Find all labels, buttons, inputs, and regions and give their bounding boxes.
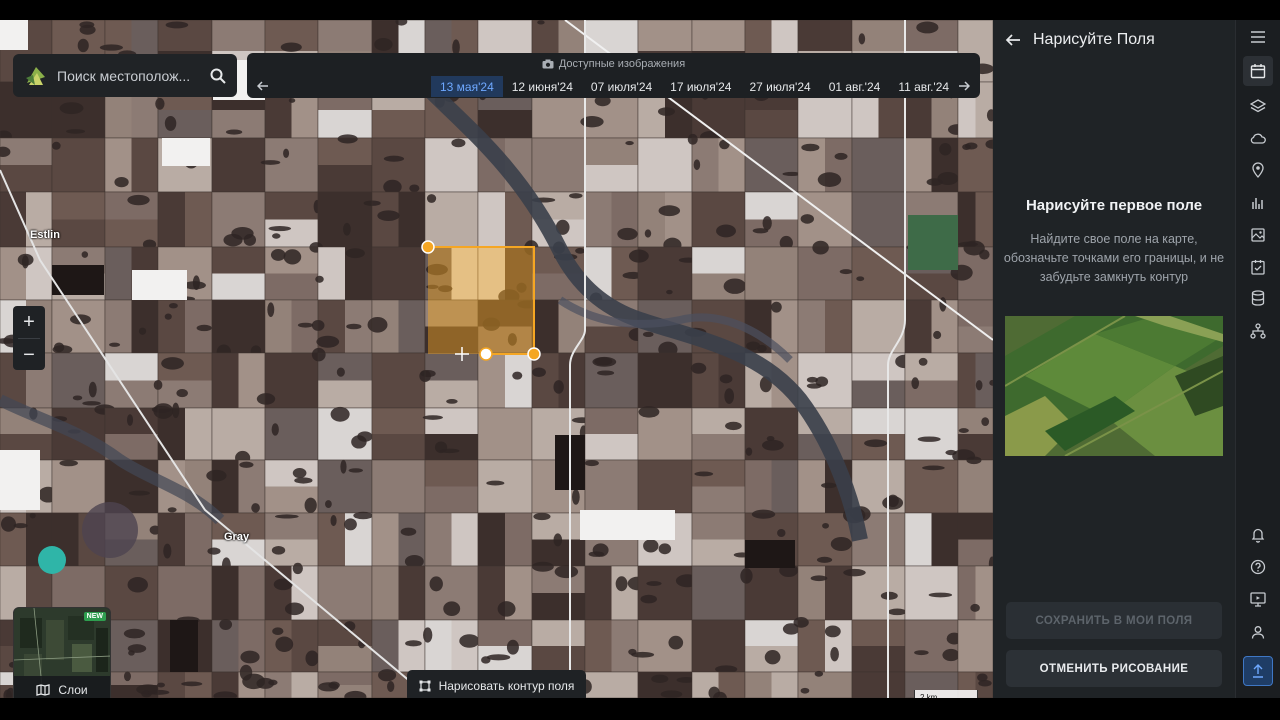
zoom-in-button[interactable]: + bbox=[13, 306, 45, 338]
layers-tool-button[interactable] bbox=[1243, 91, 1273, 121]
structure-icon bbox=[1250, 323, 1266, 339]
back-arrow-icon[interactable] bbox=[1005, 33, 1021, 47]
zoom-out-button[interactable]: − bbox=[13, 339, 45, 371]
satellite-imagery[interactable] bbox=[0, 20, 993, 698]
arrow-right-icon bbox=[959, 81, 970, 91]
timeline-date-item[interactable]: 11 авг.'24 bbox=[889, 76, 958, 97]
imagery-timeline: Доступные изображения 13 мая'24 12 июня'2… bbox=[247, 53, 980, 98]
save-to-my-fields-button[interactable]: СОХРАНИТЬ В МОИ ПОЛЯ bbox=[1006, 602, 1222, 639]
timeline-title-text: Доступные изображения bbox=[558, 58, 686, 70]
tasks-button[interactable] bbox=[1243, 252, 1273, 282]
timeline-next-button[interactable] bbox=[952, 75, 976, 97]
draw-field-outline-button[interactable]: Нарисовать контур поля bbox=[407, 670, 586, 698]
zoom-control: + − bbox=[13, 306, 45, 370]
menu-icon bbox=[1251, 31, 1265, 43]
panel-subtitle: Нарисуйте первое поле bbox=[1025, 197, 1203, 214]
upload-button[interactable] bbox=[1243, 656, 1273, 686]
city-label-estlin: Estlin bbox=[30, 229, 60, 241]
timeline-title: Доступные изображения bbox=[247, 58, 980, 70]
timeline-date-item[interactable]: 12 июня'24 bbox=[503, 76, 582, 97]
timeline-prev-button[interactable] bbox=[251, 75, 275, 97]
analytics-icon bbox=[1252, 198, 1263, 209]
weather-button[interactable] bbox=[1243, 123, 1273, 153]
analytics-button[interactable] bbox=[1243, 188, 1273, 218]
menu-button[interactable] bbox=[1243, 22, 1273, 52]
panel-header: Нарисуйте Поля bbox=[993, 20, 1235, 60]
search-input[interactable] bbox=[57, 67, 209, 84]
layers-minimap[interactable]: NEW Слои bbox=[13, 607, 111, 698]
camera-icon bbox=[542, 59, 554, 69]
satellite-map[interactable]: Доступные изображения 13 мая'2412 июня'2… bbox=[0, 20, 993, 698]
layers-label: Слои bbox=[58, 683, 88, 697]
bell-icon bbox=[1251, 528, 1265, 543]
timeline-date-item[interactable]: 17 июля'24 bbox=[661, 76, 740, 97]
layers-icon bbox=[1250, 99, 1266, 113]
monitor-icon bbox=[1250, 592, 1266, 607]
field-aerial-image bbox=[1005, 316, 1223, 456]
cancel-drawing-button[interactable]: ОТМЕНИТЬ РИСОВАНИЕ bbox=[1006, 650, 1222, 687]
timeline-date-item[interactable]: 27 июля'24 bbox=[740, 76, 819, 97]
right-toolbar bbox=[1235, 20, 1280, 698]
help-icon bbox=[1250, 559, 1266, 575]
data-button[interactable] bbox=[1243, 283, 1273, 313]
cloud-icon bbox=[1250, 133, 1266, 144]
arrow-left-icon bbox=[257, 81, 268, 91]
timeline-date-item[interactable]: 01 авг.'24 bbox=[820, 76, 890, 97]
bottom-black-bar bbox=[0, 698, 1280, 720]
notifications-button[interactable] bbox=[1243, 520, 1273, 550]
scale-bar: 2 km bbox=[914, 690, 978, 698]
timeline-date-item[interactable]: 13 мая'24 bbox=[431, 76, 503, 97]
calendar-icon bbox=[1250, 64, 1266, 79]
top-black-bar bbox=[0, 0, 1280, 20]
draw-fields-panel: Нарисуйте Поля Нарисуйте первое поле Най… bbox=[993, 20, 1235, 698]
tasks-icon bbox=[1251, 260, 1265, 275]
help-button[interactable] bbox=[1243, 552, 1273, 582]
calendar-button[interactable] bbox=[1243, 56, 1273, 86]
panel-title: Нарисуйте Поля bbox=[1033, 31, 1155, 48]
new-badge: NEW bbox=[83, 612, 106, 621]
profile-button[interactable] bbox=[1243, 617, 1273, 647]
structure-button[interactable] bbox=[1243, 316, 1273, 346]
panel-description: Найдите свое поле на карте, обозначьте т… bbox=[1003, 232, 1225, 284]
timeline-date-item[interactable]: 07 июля'24 bbox=[582, 76, 661, 97]
search-box[interactable] bbox=[13, 54, 237, 97]
field-preview-image bbox=[1005, 316, 1223, 456]
city-label-gray: Gray bbox=[224, 531, 250, 543]
map-icon bbox=[36, 684, 51, 696]
image-icon bbox=[1251, 228, 1265, 242]
search-icon[interactable] bbox=[209, 67, 227, 85]
polygon-draw-icon bbox=[419, 680, 431, 692]
user-icon bbox=[1251, 626, 1265, 639]
upload-icon bbox=[1253, 664, 1263, 678]
database-icon bbox=[1251, 290, 1265, 306]
draw-field-outline-label: Нарисовать контур поля bbox=[438, 679, 575, 693]
location-pin-icon bbox=[1252, 162, 1264, 178]
layers-button[interactable]: Слои bbox=[14, 676, 110, 698]
imagery-button[interactable] bbox=[1243, 220, 1273, 250]
presentation-button[interactable] bbox=[1243, 584, 1273, 614]
location-button[interactable] bbox=[1243, 155, 1273, 185]
app-logo-icon bbox=[26, 66, 45, 85]
timeline-dates: 13 мая'24 12 июня'24 07 июля'24 17 июля'24 2… bbox=[431, 76, 958, 97]
